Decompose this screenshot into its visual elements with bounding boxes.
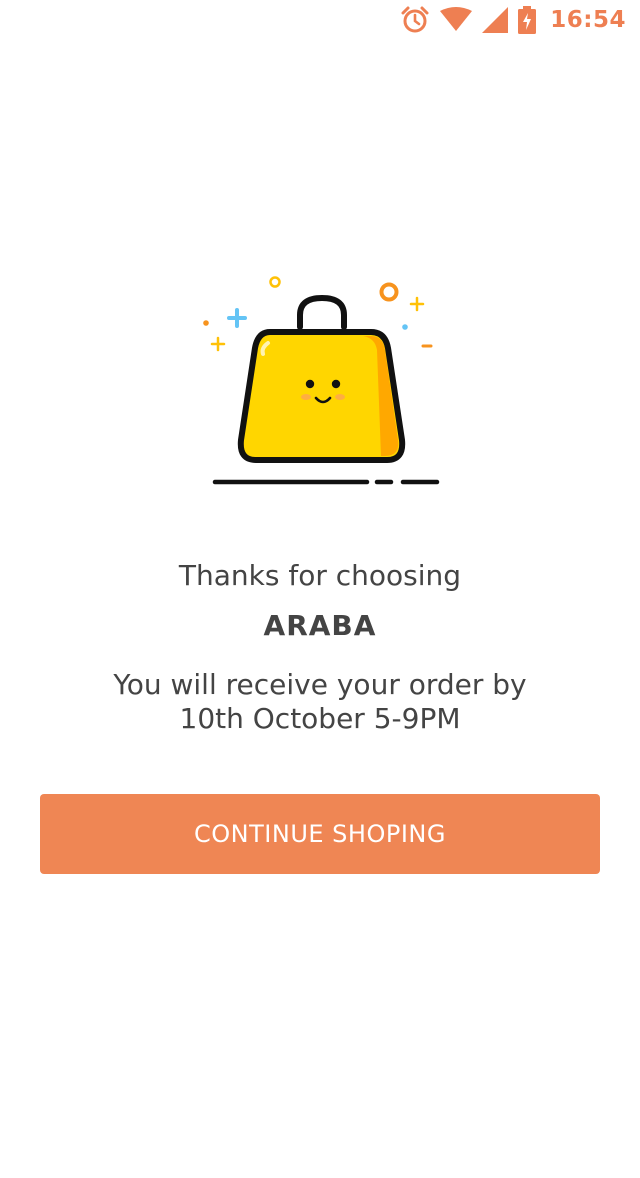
alarm-icon [400, 5, 430, 35]
status-time: 16:54 [550, 7, 626, 33]
delivery-line-1: You will receive your order by [113, 668, 527, 701]
status-icons: 16:54 [400, 4, 626, 36]
thanks-message: Thanks for choosing [178, 559, 462, 592]
status-bar: 16:54 [0, 0, 640, 40]
signal-icon [482, 7, 509, 33]
continue-shopping-label: CONTINUE SHOPING [194, 820, 446, 848]
battery-charging-icon [518, 6, 537, 34]
shopping-bag-illustration [195, 270, 445, 492]
order-confirmation-screen: 16:54 Thanks for choosing ARABA You will… [0, 0, 640, 1178]
delivery-message: You will receive your order by 10th Octo… [0, 668, 640, 736]
shopping-bag-icon [203, 276, 440, 485]
wifi-icon [440, 7, 473, 33]
brand-name: ARABA [263, 609, 377, 642]
continue-shopping-button[interactable]: CONTINUE SHOPING [40, 794, 600, 874]
delivery-line-2: 10th October 5-9PM [179, 702, 461, 735]
